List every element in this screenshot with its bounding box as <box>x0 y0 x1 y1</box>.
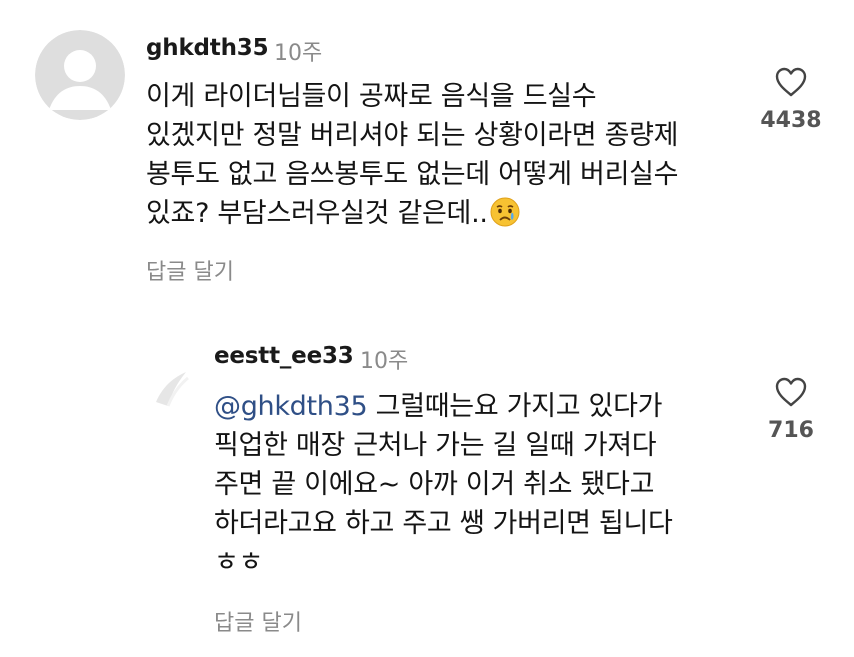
avatar[interactable] <box>35 30 125 120</box>
comment-text-line: ㅎㅎ <box>214 547 264 578</box>
comment-username[interactable]: eestt_ee33 <box>214 343 354 369</box>
comment-text-line: @ghkdth35 그럴때는요 가지고 있다가 <box>214 387 673 426</box>
comment-text-line: 있죠? 부담스러우실것 같은데.. <box>146 194 678 233</box>
comment-item: ghkdth35 10주 이게 라이더님들이 공짜로 음식을 드실수 있겠지만 … <box>0 0 854 300</box>
comment-text-line: 픽업한 매장 근처나 가는 길 일때 가져다 <box>214 430 657 461</box>
heart-outline-icon <box>775 377 807 407</box>
like-count: 4438 <box>760 108 822 133</box>
comment-timestamp: 10주 <box>360 349 409 374</box>
comment-text-segment: 그럴때는요 가지고 있다가 <box>367 391 663 422</box>
default-user-icon <box>35 30 125 120</box>
like-button[interactable]: 4438 <box>746 66 836 133</box>
comment-text-line: 하더라고요 하고 주고 쌩 가버리면 됩니다 <box>214 508 673 539</box>
comment-text-line: 이게 라이더님들이 공짜로 음식을 드실수 <box>146 81 597 112</box>
reply-button[interactable]: 답글 달기 <box>146 254 234 286</box>
reply-button[interactable]: 답글 달기 <box>214 605 302 637</box>
mention-link[interactable]: @ghkdth35 <box>214 391 368 422</box>
comment-text-line: 봉투도 없고 음쓰봉투도 없는데 어떻게 버리실수 <box>146 159 679 190</box>
crying-face-emoji-icon <box>490 197 520 227</box>
comment-text-segment: 있죠? 부담스러우실것 같은데.. <box>146 198 488 229</box>
like-button[interactable]: 716 <box>746 376 836 443</box>
comment-text: @ghkdth35 그럴때는요 가지고 있다가 픽업한 매장 근처나 가는 길 … <box>214 387 673 582</box>
like-count: 716 <box>768 418 814 443</box>
comment-text-line: 주면 끝 이에요~ 아까 이거 취소 됐다고 <box>214 469 655 500</box>
comment-username[interactable]: ghkdth35 <box>146 35 269 61</box>
comment-reply-item: eestt_ee33 10주 @ghkdth35 그럴때는요 가지고 있다가 픽… <box>0 330 854 657</box>
avatar[interactable] <box>148 352 208 412</box>
heart-outline-icon <box>775 67 807 97</box>
default-user-icon <box>156 372 189 407</box>
comment-text: 이게 라이더님들이 공짜로 음식을 드실수 있겠지만 정말 버리셔야 되는 상황… <box>146 77 679 233</box>
comment-text-line: 있겠지만 정말 버리셔야 되는 상황이라면 종량제 <box>146 120 679 151</box>
comment-timestamp: 10주 <box>274 41 323 66</box>
